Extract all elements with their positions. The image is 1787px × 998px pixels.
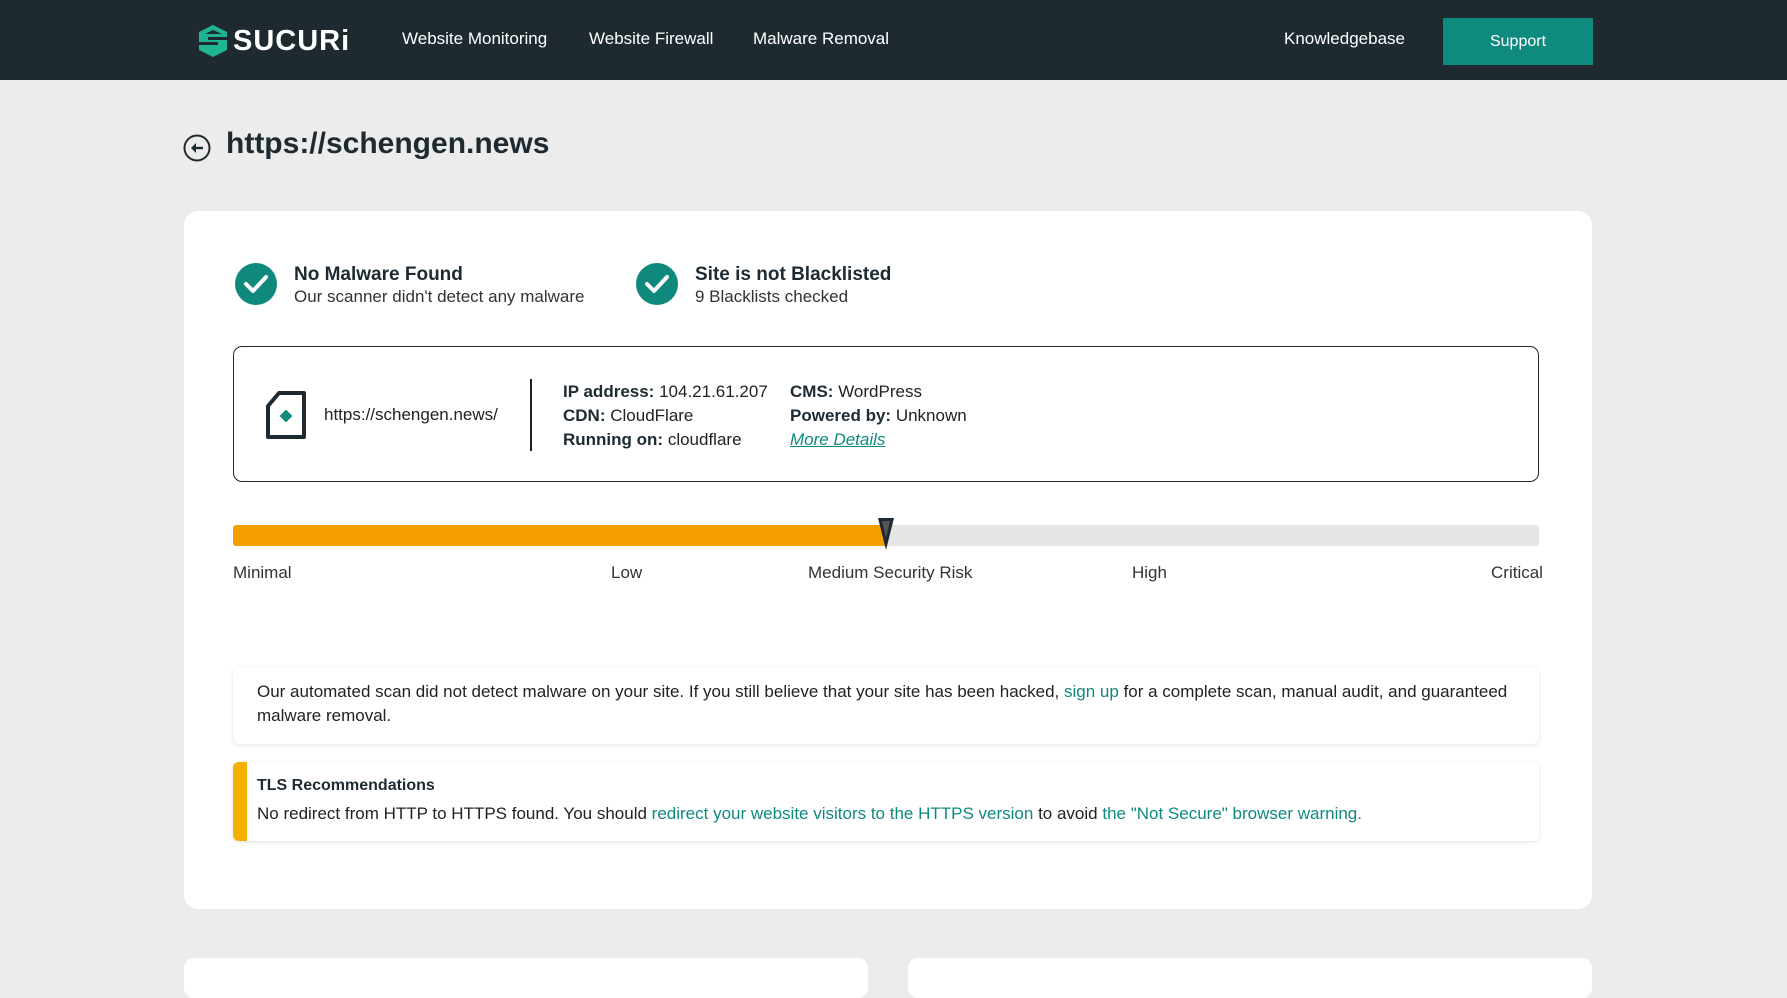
logo-text: SUCURi: [233, 24, 351, 57]
nav-website-monitoring[interactable]: Website Monitoring: [402, 29, 547, 49]
info-divider: [530, 379, 532, 451]
nav-website-firewall[interactable]: Website Firewall: [589, 29, 713, 49]
site-file-icon: [266, 391, 306, 439]
risk-marker-icon: [878, 518, 894, 550]
back-arrow-icon[interactable]: [183, 134, 211, 162]
check-icon: [636, 263, 678, 305]
bottom-card-left: [184, 958, 868, 998]
site-info-box: https://schengen.news/ IP address: 104.2…: [233, 346, 1539, 482]
risk-label-medium: Medium Security Risk: [808, 563, 973, 582]
running-value: cloudflare: [667, 430, 742, 449]
sign-up-link[interactable]: sign up: [1064, 682, 1119, 701]
blacklist-status: Site is not Blacklisted 9 Blacklists che…: [636, 261, 891, 308]
nav-knowledgebase[interactable]: Knowledgebase: [1284, 29, 1405, 49]
notice-text-before: Our automated scan did not detect malwar…: [257, 682, 1065, 701]
top-nav: SUCURi Website Monitoring Website Firewa…: [0, 0, 1787, 80]
cdn-label: CDN:: [563, 406, 606, 425]
site-url: https://schengen.news/: [324, 405, 498, 424]
more-details-link[interactable]: More Details: [790, 430, 885, 449]
not-secure-warning-link[interactable]: the "Not Secure" browser warning.: [1102, 804, 1362, 823]
check-icon: [235, 263, 277, 305]
malware-status: No Malware Found Our scanner didn't dete…: [235, 261, 585, 308]
network-info: IP address: 104.21.61.207 CDN: CloudFlar…: [563, 380, 768, 452]
blacklist-status-title: Site is not Blacklisted: [695, 264, 892, 285]
scan-notice: Our automated scan did not detect malwar…: [233, 667, 1539, 744]
powered-value: Unknown: [895, 406, 967, 425]
tls-text: No redirect from HTTP to HTTPS found. Yo…: [257, 802, 1515, 826]
redirect-https-link[interactable]: redirect your website visitors to the HT…: [652, 804, 1034, 823]
risk-label-critical: Critical: [1491, 563, 1543, 582]
tls-text-2: to avoid: [1033, 804, 1103, 823]
nav-malware-removal[interactable]: Malware Removal: [753, 29, 889, 49]
tls-title: TLS Recommendations: [257, 777, 435, 794]
powered-label: Powered by:: [790, 406, 892, 425]
support-button[interactable]: Support: [1443, 18, 1593, 65]
ip-value: 104.21.61.207: [659, 382, 768, 401]
cms-value: WordPress: [838, 382, 922, 401]
sucuri-logo-icon: [199, 25, 227, 57]
malware-status-title: No Malware Found: [294, 264, 463, 285]
page-title: https://schengen.news: [226, 127, 550, 160]
tls-recommendations: TLS Recommendations No redirect from HTT…: [233, 762, 1539, 841]
malware-status-subtitle: Our scanner didn't detect any malware: [294, 287, 585, 306]
ip-label: IP address:: [563, 382, 655, 401]
sucuri-logo[interactable]: SUCURi: [196, 22, 350, 60]
blacklist-status-subtitle: 9 Blacklists checked: [695, 287, 849, 306]
running-label: Running on:: [563, 430, 664, 449]
risk-label-high: High: [1132, 563, 1167, 582]
cms-info: CMS: WordPress Powered by: Unknown More …: [790, 380, 967, 452]
risk-meter-fill: [233, 525, 886, 546]
risk-label-low: Low: [611, 563, 643, 582]
tls-text-1: No redirect from HTTP to HTTPS found. Yo…: [257, 804, 652, 823]
cdn-value: CloudFlare: [610, 406, 694, 425]
scan-result-card: No Malware Found Our scanner didn't dete…: [184, 211, 1592, 909]
bottom-card-right: [908, 958, 1592, 998]
cms-label: CMS:: [790, 382, 834, 401]
risk-label-minimal: Minimal: [233, 563, 292, 582]
